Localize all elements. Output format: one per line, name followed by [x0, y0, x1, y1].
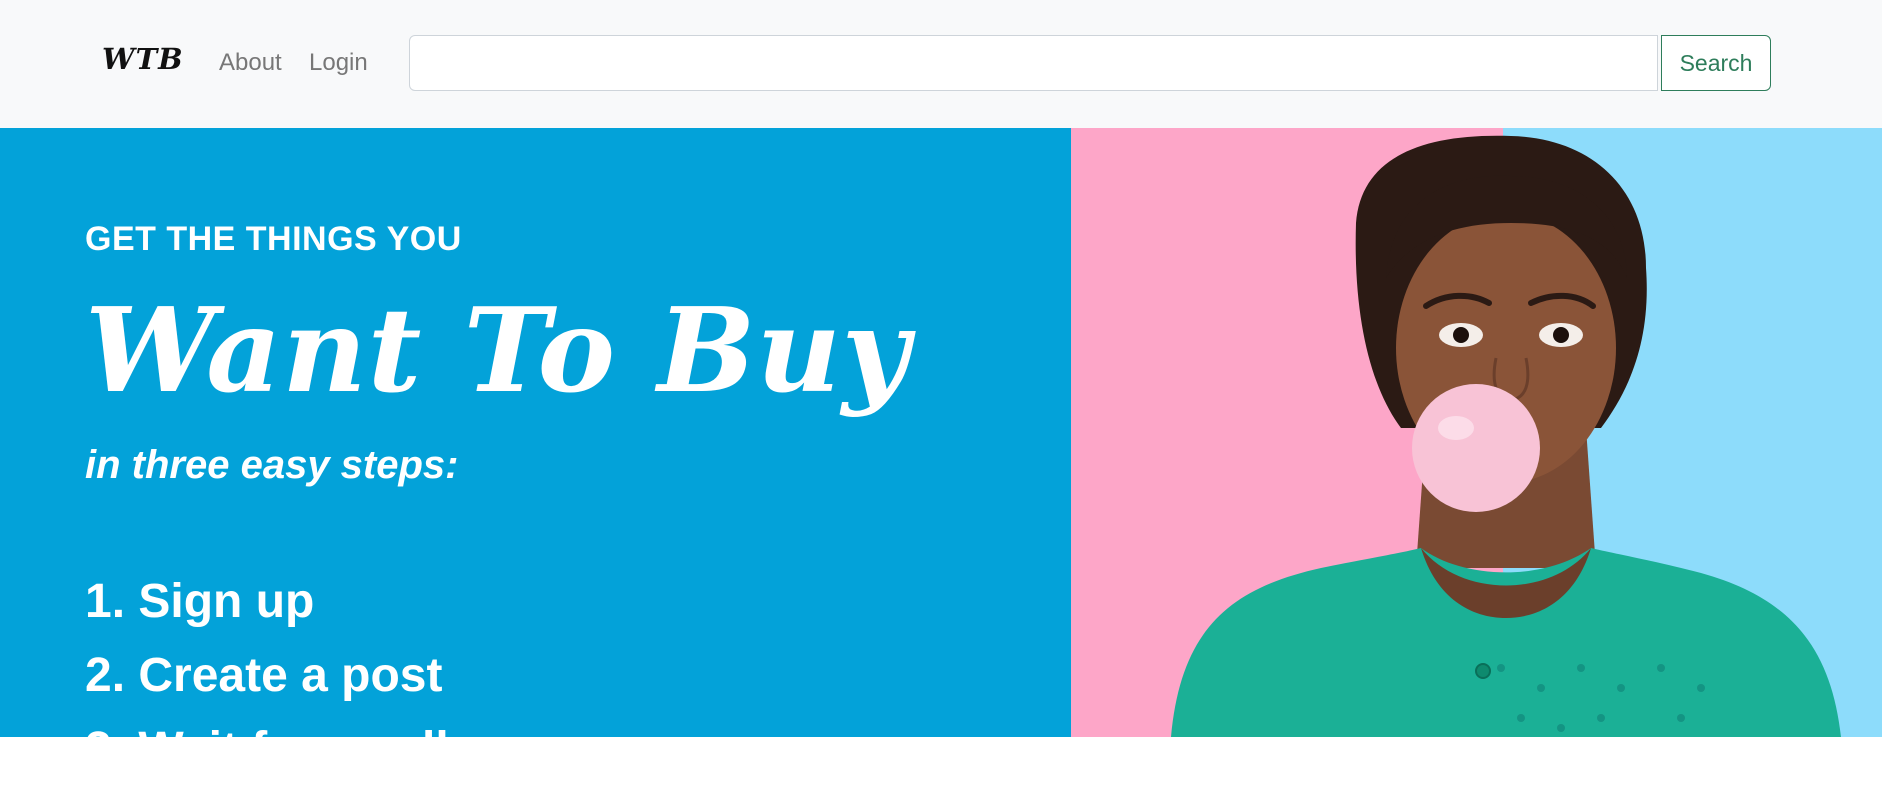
- step-create-post: 2. Create a post: [85, 649, 443, 702]
- nav-link-login[interactable]: Login: [309, 49, 368, 77]
- hero-banner: GET THE THINGS YOU Want To Buy in three …: [0, 128, 1071, 776]
- brand-logo[interactable]: WTB: [102, 42, 184, 76]
- hero-title: Want To Buy: [85, 283, 911, 419]
- step-sign-up: 1. Sign up: [85, 575, 315, 628]
- woman-blowing-bubble-illustration: [1171, 135, 1841, 737]
- search-button[interactable]: Search: [1661, 35, 1771, 91]
- navbar: WTB About Login Search: [0, 0, 1882, 128]
- step-wait-seller: 3. Wait for a seller: [85, 723, 495, 776]
- search-input[interactable]: [409, 35, 1658, 91]
- nav-link-about[interactable]: About: [219, 49, 282, 77]
- hero-kicker: GET THE THINGS YOU: [85, 220, 462, 258]
- hero-photo: [1071, 128, 1882, 737]
- steps-list: 1. Sign up 2. Create a post 3. Wait for …: [85, 565, 494, 787]
- hero-subtitle: in three easy steps:: [85, 443, 459, 487]
